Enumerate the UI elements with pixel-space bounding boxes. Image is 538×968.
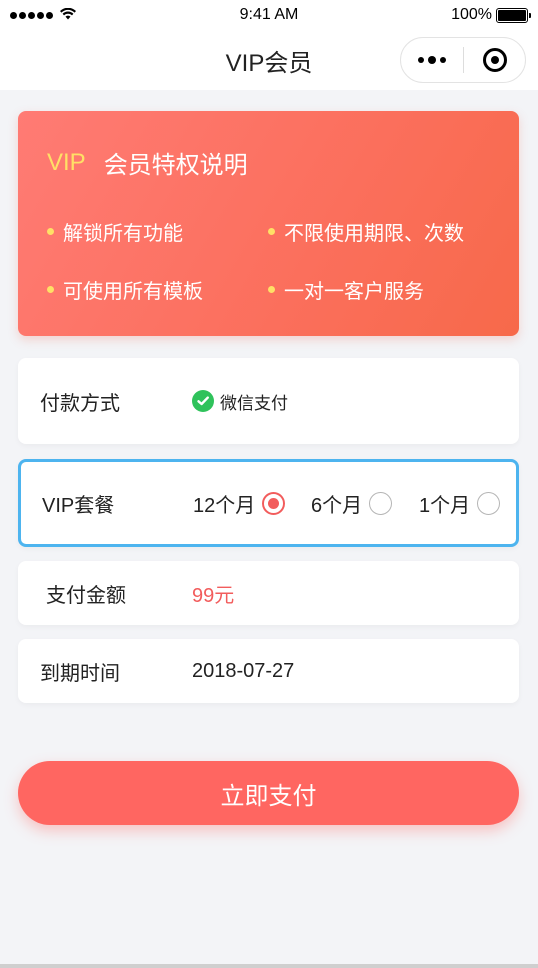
bottom-divider [0, 964, 538, 968]
perk-label: 不限使用期限、次数 [284, 223, 464, 245]
payment-amount-value: 99元 [192, 584, 235, 607]
battery-fill [498, 9, 526, 21]
vip-plan-row: VIP套餐 12个月 6个月 1个月 [18, 459, 519, 547]
perk-item: 不限使用期限、次数 [268, 217, 464, 246]
expiry-date-value: 2018-07-27 [192, 659, 295, 682]
plan-option-6-months[interactable]: 6个月 [311, 489, 393, 518]
bullet-dot-icon [268, 228, 275, 235]
wechat-pay-icon [192, 390, 214, 412]
vip-privileges-card: VIP 会员特权说明 解锁所有功能 不限使用期限、次数 可使用所有模板 一对一客… [18, 111, 519, 336]
status-right: 100% [451, 6, 531, 24]
radio-unchecked-icon[interactable] [477, 491, 501, 515]
plan-option-label: 6个月 [311, 494, 363, 517]
bullet-dot-icon [268, 286, 275, 293]
perk-item: 解锁所有功能 [47, 217, 183, 246]
payment-amount-row: 支付金额 99元 [18, 561, 519, 625]
perk-item: 一对一客户服务 [268, 275, 424, 304]
expiry-date-label: 到期时间 [40, 662, 120, 685]
mini-program-capsule [400, 37, 526, 83]
perk-label: 解锁所有功能 [63, 223, 183, 245]
bullet-dot-icon [47, 228, 54, 235]
perk-label: 一对一客户服务 [284, 281, 424, 303]
status-left [10, 7, 76, 23]
page-title: VIP会员 [225, 49, 313, 77]
payment-method-value[interactable]: 微信支付 [192, 389, 288, 414]
payment-amount-label: 支付金额 [46, 584, 126, 607]
vip-plan-label: VIP套餐 [42, 494, 115, 517]
radio-checked-icon[interactable] [262, 491, 286, 515]
signal-icon [10, 11, 53, 19]
more-icon[interactable] [401, 56, 463, 64]
vip-tag: VIP [47, 148, 86, 176]
payment-method-name: 微信支付 [220, 393, 288, 413]
plan-option-label: 12个月 [193, 494, 256, 517]
pay-now-button[interactable]: 立即支付 [18, 761, 519, 825]
payment-method-row[interactable]: 付款方式 微信支付 [18, 358, 519, 444]
vip-card-title: 会员特权说明 [103, 152, 248, 179]
perk-label: 可使用所有模板 [63, 281, 203, 303]
expiry-date-row: 到期时间 2018-07-27 [18, 639, 519, 703]
nav-bar: VIP会员 [0, 30, 538, 90]
plan-option-12-months[interactable]: 12个月 [193, 489, 286, 518]
target-icon [482, 48, 507, 72]
perk-item: 可使用所有模板 [47, 275, 203, 304]
plan-option-label: 1个月 [419, 494, 471, 517]
payment-method-label: 付款方式 [40, 392, 120, 415]
status-bar: 9:41 AM 100% [0, 0, 538, 30]
vip-card-header: VIP 会员特权说明 [47, 145, 248, 180]
wifi-icon [60, 7, 76, 23]
battery-percent: 100% [451, 6, 492, 23]
plan-option-1-month[interactable]: 1个月 [419, 489, 501, 518]
close-mini-program-button[interactable] [464, 48, 525, 72]
radio-unchecked-icon[interactable] [369, 491, 393, 515]
battery-icon [496, 7, 531, 23]
bullet-dot-icon [47, 286, 54, 293]
